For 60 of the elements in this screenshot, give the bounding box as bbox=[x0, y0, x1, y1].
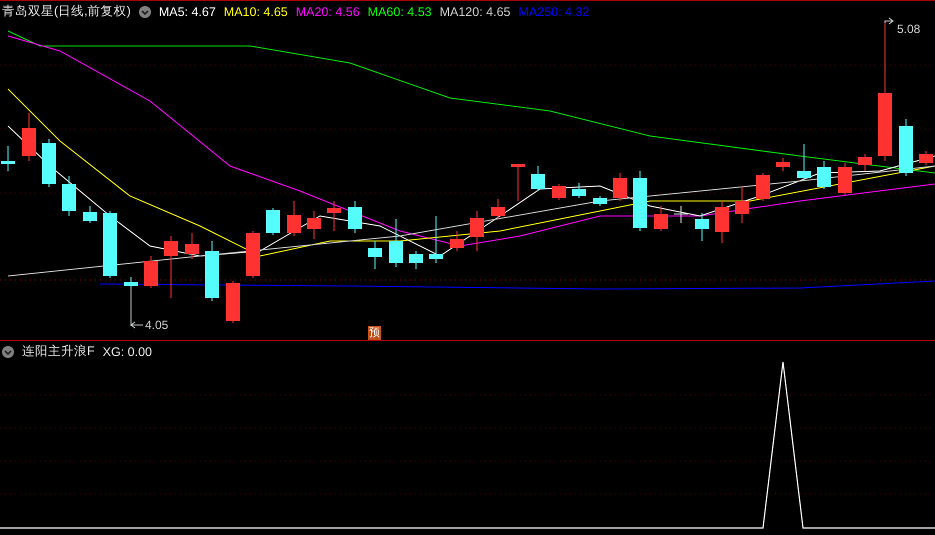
dropdown-icon[interactable] bbox=[2, 346, 14, 358]
candlestick bbox=[348, 200, 362, 234]
candlestick bbox=[633, 170, 647, 232]
candlestick bbox=[368, 240, 382, 270]
candlestick bbox=[613, 172, 627, 202]
candlestick bbox=[491, 198, 505, 220]
candlestick bbox=[287, 200, 301, 236]
candlestick bbox=[797, 144, 811, 180]
candlestick bbox=[226, 280, 240, 324]
dropdown-icon[interactable] bbox=[138, 6, 151, 18]
candlestick bbox=[899, 118, 913, 176]
candlestick bbox=[246, 230, 260, 278]
candlestick bbox=[327, 200, 341, 232]
ma-legend-value: MA20: 4.56 bbox=[296, 4, 360, 18]
ma-legend-value: MA5: 4.67 bbox=[158, 4, 216, 18]
candlestick bbox=[695, 212, 709, 242]
candlestick bbox=[919, 150, 933, 166]
candlestick bbox=[429, 216, 443, 264]
candlestick bbox=[205, 240, 219, 302]
ma-legend-value: MA60: 4.53 bbox=[368, 4, 432, 18]
ma-legend-value: MA10: 4.65 bbox=[224, 4, 288, 18]
leader-line bbox=[884, 18, 894, 24]
candlestick bbox=[450, 230, 464, 252]
stock-title: 青岛双星(日线,前复权) bbox=[2, 3, 131, 20]
ma-legend-value: MA250: 4.32 bbox=[518, 4, 590, 18]
candlestick bbox=[674, 206, 688, 224]
candlestick bbox=[470, 210, 484, 252]
candlestick bbox=[838, 162, 852, 196]
leader-line bbox=[130, 286, 144, 328]
candlestick bbox=[1, 146, 15, 172]
forecast-badge: 预 bbox=[368, 326, 381, 340]
candlestick bbox=[858, 154, 872, 172]
candlestick bbox=[307, 210, 321, 240]
candlestick bbox=[735, 186, 749, 224]
indicator-name: 连阳主升浪F bbox=[22, 343, 95, 360]
candlestick bbox=[593, 196, 607, 206]
candlestick bbox=[22, 112, 36, 162]
candlestick bbox=[409, 250, 423, 270]
candlestick bbox=[572, 182, 586, 198]
candlestick bbox=[715, 200, 729, 244]
candlestick bbox=[531, 166, 545, 192]
indicator-reading: XG: 0.00 bbox=[102, 344, 152, 358]
candlestick bbox=[389, 218, 403, 268]
candlestick bbox=[817, 160, 831, 190]
candlestick bbox=[654, 206, 668, 232]
price-label: 5.08 bbox=[897, 22, 920, 36]
candlestick bbox=[144, 256, 158, 288]
candlestick bbox=[266, 208, 280, 236]
candlestick bbox=[103, 210, 117, 278]
candlestick bbox=[511, 164, 525, 202]
candlestick bbox=[164, 236, 178, 298]
candlestick bbox=[83, 206, 97, 224]
candlestick bbox=[62, 176, 76, 216]
price-label: 4.05 bbox=[145, 318, 168, 332]
candlestick bbox=[42, 138, 56, 188]
candlestick bbox=[776, 158, 790, 172]
candlestick bbox=[552, 184, 566, 200]
candlestick bbox=[185, 232, 199, 260]
ma-legend-value: MA120: 4.65 bbox=[440, 4, 510, 18]
candlestick bbox=[756, 172, 770, 202]
